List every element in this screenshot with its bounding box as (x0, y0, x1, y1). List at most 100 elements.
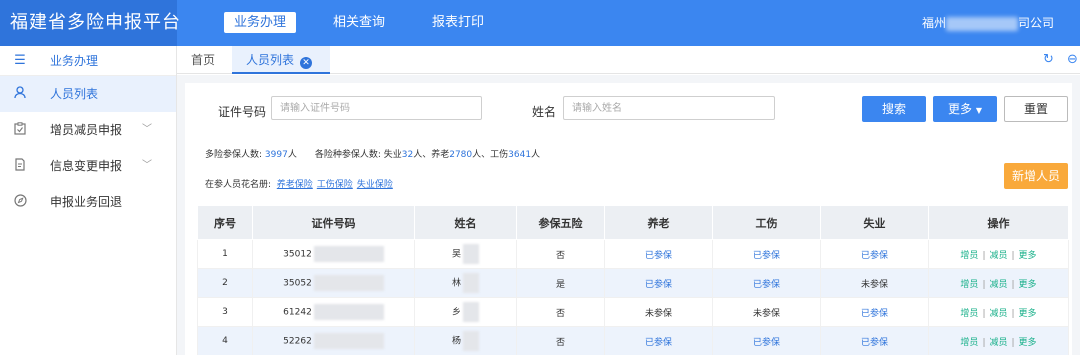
more-button[interactable]: 更多 ▼ (933, 96, 997, 122)
tab-bar: 首页 人员列表 ✕ ↻ ⊖ (177, 46, 1080, 74)
refresh-icon[interactable]: ↻ (1043, 52, 1054, 67)
sidebar-item-info-change[interactable]: 信息变更申报 ﹀ (0, 148, 176, 184)
roster-link-pension[interactable]: 养老保险 (277, 180, 313, 190)
cell-unemployment[interactable]: 已参保 (820, 239, 929, 269)
redaction-mask (313, 275, 384, 291)
cell-pension[interactable]: 已参保 (604, 239, 713, 269)
roster-link-unemployment[interactable]: 失业保险 (357, 180, 393, 190)
cell-injury[interactable]: 已参保 (712, 326, 821, 355)
add-staff-link[interactable]: 增员 (960, 338, 978, 348)
more-circle-icon[interactable]: ⊖ (1067, 52, 1078, 67)
edit-document-icon (13, 148, 27, 184)
name-prefix: 杨 (451, 336, 461, 347)
cell-injury[interactable]: 已参保 (712, 268, 821, 298)
caret-down-icon: ▼ (975, 106, 982, 115)
redaction-mask (313, 246, 384, 262)
cell-no: 1 (197, 239, 253, 269)
cell-name: 乡 (414, 297, 517, 327)
company-suffix: 司公司 (1018, 16, 1055, 30)
sidebar-item-person-list[interactable]: 人员列表 (0, 76, 176, 112)
cell-unemployment[interactable]: 已参保 (820, 326, 929, 355)
more-link[interactable]: 更多 (1019, 309, 1037, 319)
separator: | (1011, 308, 1015, 319)
table-row: 1 35012 吴 否 已参保 已参保 已参保 增员 | 减员 | 更多 (197, 239, 1069, 269)
content-panel: 证件号码 姓名 搜索 更多 ▼ 重置 多险参保人数: 3997人各险种参保人数:… (185, 83, 1072, 355)
table-row: 3 61242 乡 否 未参保 未参保 已参保 增员 | 减员 | 更多 (197, 297, 1069, 327)
company-mask (946, 16, 1019, 31)
search-button[interactable]: 搜索 (862, 96, 926, 122)
cell-name: 林 (414, 268, 517, 298)
tab-home[interactable]: 首页 (191, 46, 215, 74)
col-header-no: 序号 (197, 205, 253, 240)
table-row: 4 52262 杨 否 已参保 已参保 已参保 增员 | 减员 | 更多 (197, 326, 1069, 355)
sidebar-item-staff-change[interactable]: 增员减员申报 ﹀ (0, 112, 176, 148)
reset-button[interactable]: 重置 (1004, 96, 1068, 122)
clipboard-icon (13, 112, 27, 148)
separator: | (1011, 250, 1015, 261)
cell-no: 2 (197, 268, 253, 298)
topnav-report-print[interactable]: 报表打印 (422, 12, 494, 33)
cell-injury: 未参保 (712, 297, 821, 327)
more-link[interactable]: 更多 (1019, 280, 1037, 290)
cell-unemployment[interactable]: 已参保 (820, 297, 929, 327)
sidebar-item-business[interactable]: ☰ 业务办理 (0, 46, 176, 76)
user-icon (13, 76, 27, 112)
cell-no: 4 (197, 326, 253, 355)
sidebar-item-rollback[interactable]: 申报业务回退 (0, 184, 176, 220)
remove-staff-link[interactable]: 减员 (989, 309, 1007, 319)
add-person-button[interactable]: 新增人员 (1004, 163, 1068, 189)
remove-staff-link[interactable]: 减员 (989, 338, 1007, 348)
cell-five-insurance: 是 (516, 268, 605, 298)
topnav-query[interactable]: 相关查询 (323, 12, 395, 33)
id-prefix: 52262 (283, 336, 312, 347)
col-header-unemployment: 失业 (820, 205, 929, 240)
separator: | (982, 308, 986, 319)
col-header-actions: 操作 (928, 205, 1069, 240)
separator: | (982, 279, 986, 290)
multi-insured-count: 3997 (264, 150, 288, 160)
roster-label: 在参人员花名册: (205, 180, 272, 190)
add-staff-link[interactable]: 增员 (960, 309, 978, 319)
cell-name: 杨 (414, 326, 517, 355)
chevron-down-icon: ﹀ (142, 124, 152, 135)
sidebar-item-label: 业务办理 (50, 54, 99, 68)
remove-staff-link[interactable]: 减员 (989, 251, 1007, 261)
cell-pension[interactable]: 已参保 (604, 326, 713, 355)
more-link[interactable]: 更多 (1019, 338, 1037, 348)
cell-pension: 未参保 (604, 297, 713, 327)
sidebar-item-label: 增员减员申报 (50, 123, 123, 137)
roster-link-injury[interactable]: 工伤保险 (317, 180, 353, 190)
name-prefix: 吴 (451, 249, 461, 260)
add-staff-link[interactable]: 增员 (960, 251, 978, 261)
pension-count: 2780 (449, 150, 473, 160)
cell-pension[interactable]: 已参保 (604, 268, 713, 298)
roster-links: 在参人员花名册: 养老保险 工伤保险 失业保险 (205, 177, 397, 190)
cell-actions: 增员 | 减员 | 更多 (928, 297, 1069, 327)
add-staff-link[interactable]: 增员 (960, 280, 978, 290)
name-input[interactable] (563, 96, 775, 120)
id-number-label: 证件号码 (218, 105, 267, 119)
cell-actions: 增员 | 减员 | 更多 (928, 268, 1069, 298)
separator: | (1011, 337, 1015, 348)
tab-label: 人员列表 (246, 53, 295, 67)
redaction-mask (463, 244, 479, 264)
more-link[interactable]: 更多 (1019, 251, 1037, 261)
topnav-business[interactable]: 业务办理 (224, 12, 297, 33)
id-number-input[interactable] (271, 96, 482, 120)
per-type-label: 各险种参保人数: 失业 (314, 150, 402, 160)
col-header-pension: 养老 (604, 205, 713, 240)
cell-injury[interactable]: 已参保 (712, 239, 821, 269)
more-button-label: 更多 (948, 102, 973, 116)
col-header-injury: 工伤 (712, 205, 821, 240)
separator: | (982, 337, 986, 348)
tab-person-list[interactable]: 人员列表 ✕ (232, 46, 330, 74)
top-nav: 业务办理 相关查询 报表打印 (224, 12, 521, 33)
cell-id: 52262 (252, 326, 415, 355)
separator: | (1011, 279, 1015, 290)
person-table: 序号 证件号码 姓名 参保五险 养老 工伤 失业 操作 1 35012 吴 否 … (197, 205, 1069, 355)
remove-staff-link[interactable]: 减员 (989, 280, 1007, 290)
cell-actions: 增员 | 减员 | 更多 (928, 326, 1069, 355)
cell-five-insurance: 否 (516, 326, 605, 355)
unit-label: 人 (287, 150, 297, 160)
close-icon[interactable]: ✕ (300, 57, 313, 69)
